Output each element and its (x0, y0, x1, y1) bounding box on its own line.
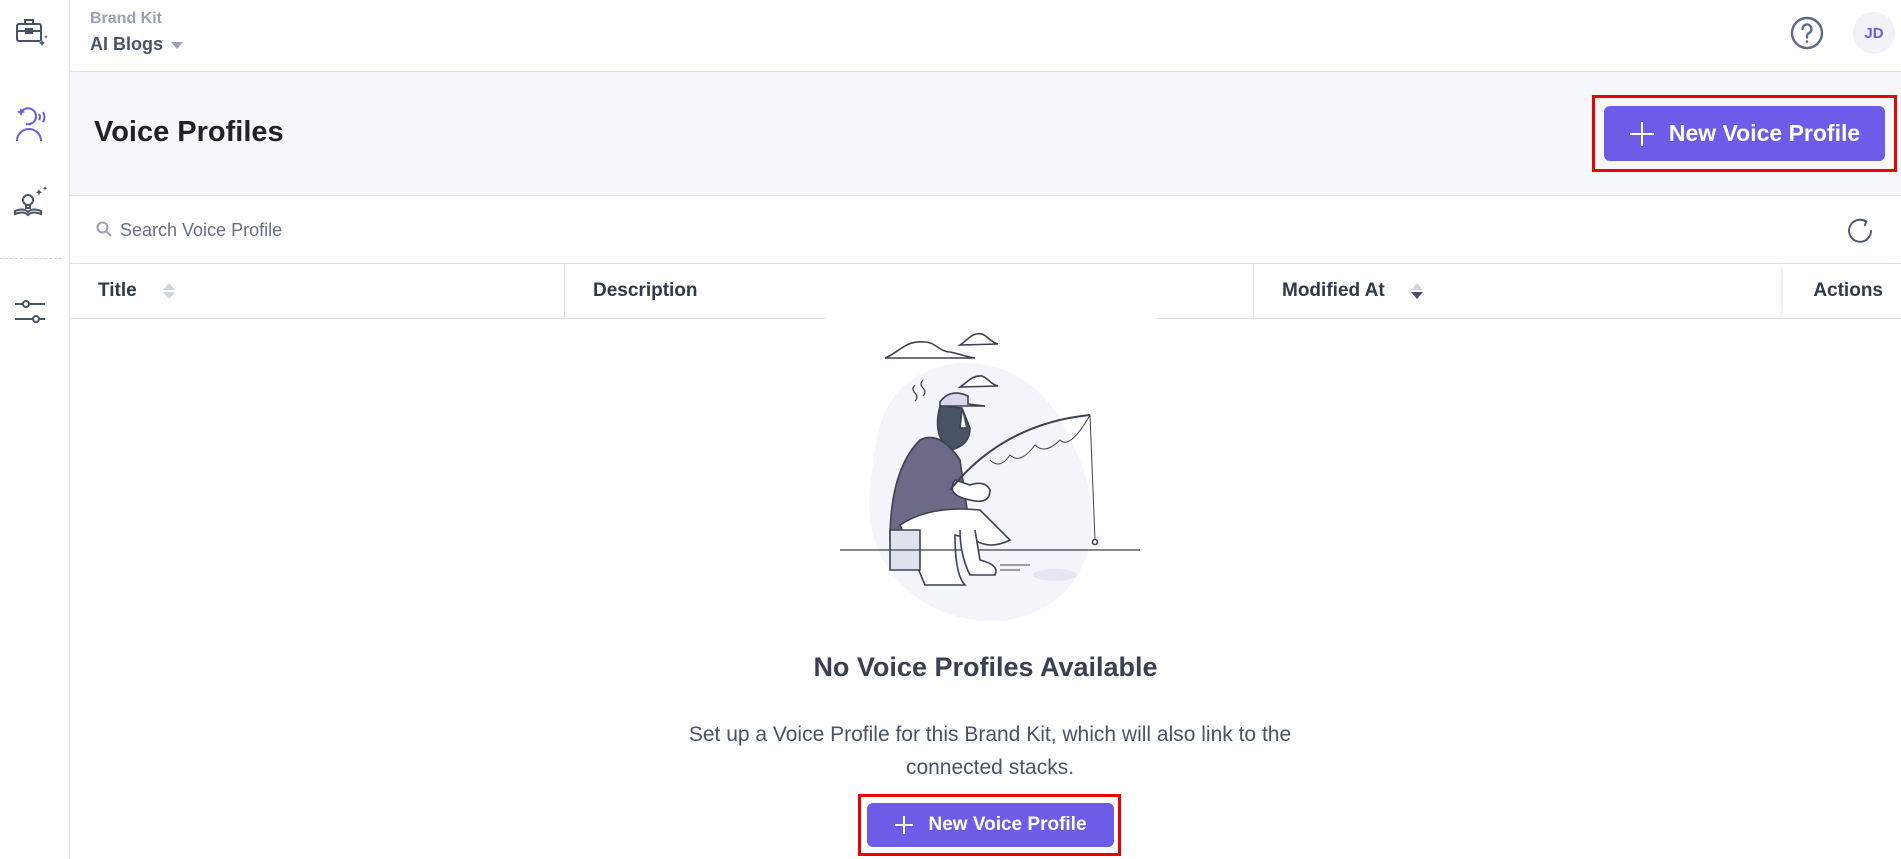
breadcrumb-parent[interactable]: Brand Kit (90, 10, 162, 28)
briefcase-sparkle-icon (16, 19, 48, 46)
help-button[interactable] (1789, 15, 1825, 51)
empty-state-button-label: New Voice Profile (928, 814, 1087, 835)
help-icon (1790, 16, 1824, 50)
sidebar-item-voice-profiles[interactable] (11, 104, 51, 144)
sort-desc-icon[interactable] (1410, 283, 1423, 299)
sliders-icon (15, 300, 45, 323)
column-header-title[interactable]: Title (98, 264, 564, 318)
sidebar-item-knowledge[interactable] (11, 182, 51, 222)
new-voice-profile-label: New Voice Profile (1668, 120, 1861, 146)
plus-icon (1629, 121, 1654, 146)
brand-kit-name: AI Blogs (90, 34, 164, 54)
avatar[interactable]: JD (1853, 12, 1895, 54)
refresh-icon (1848, 218, 1872, 243)
sidebar-item-brand-kit[interactable] (11, 12, 51, 52)
sidebar (0, 0, 70, 859)
column-modified-label: Modified At (1282, 280, 1385, 301)
column-actions-label: Actions (1813, 280, 1883, 301)
column-header-actions: Actions (1783, 264, 1901, 318)
search-input[interactable] (120, 216, 920, 244)
plus-icon (895, 816, 914, 834)
empty-state-title: No Voice Profiles Available (813, 652, 1158, 682)
page-header: Voice Profiles New Voice Profile (70, 72, 1901, 196)
sort-icon[interactable] (162, 283, 175, 299)
man-fishing-illustration (840, 332, 1140, 622)
chevron-down-icon (171, 42, 184, 49)
new-voice-profile-button[interactable]: New Voice Profile (1604, 106, 1885, 161)
column-title-label: Title (98, 280, 137, 301)
top-bar: Brand Kit AI Blogs JD (70, 0, 1901, 72)
brand-kit-selector[interactable]: AI Blogs (90, 34, 184, 55)
voice-profile-icon (16, 107, 46, 142)
column-header-modified-at[interactable]: Modified At (1253, 264, 1783, 318)
refresh-button[interactable] (1846, 216, 1874, 244)
search-icon (96, 221, 112, 237)
empty-state-description: Set up a Voice Profile for this Brand Ki… (688, 723, 1292, 779)
table-header: Title Description Modified At Actions (70, 264, 1901, 319)
sidebar-divider (0, 258, 62, 259)
sidebar-item-settings[interactable] (11, 290, 51, 330)
column-header-description: Description (564, 264, 1253, 318)
lightbulb-book-icon (14, 186, 48, 217)
search-bar (70, 196, 1901, 264)
empty-state-cover (826, 316, 1156, 322)
empty-state-new-voice-profile-button[interactable]: New Voice Profile (867, 803, 1114, 847)
page-title: Voice Profiles (94, 116, 284, 148)
column-description-label: Description (593, 280, 698, 301)
